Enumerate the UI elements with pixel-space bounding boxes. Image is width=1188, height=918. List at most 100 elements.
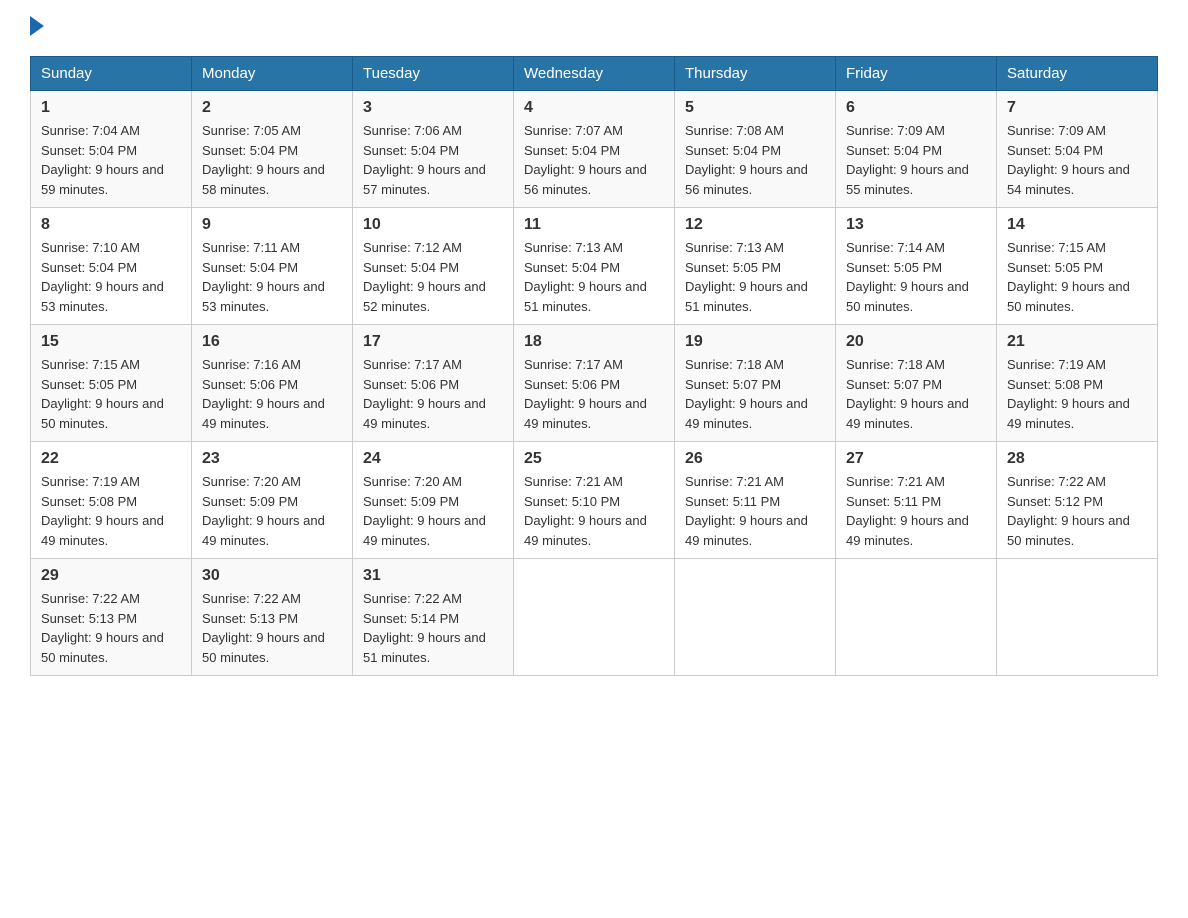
day-number: 25 [524,450,664,468]
calendar-cell: 10Sunrise: 7:12 AMSunset: 5:04 PMDayligh… [353,208,514,325]
calendar-cell: 26 Sunrise: 7:21 AMSunset: 5:11 PMDayligh… [675,442,836,559]
calendar-cell: 12 Sunrise: 7:13 AMSunset: 5:05 PMDayligh… [675,208,836,325]
calendar-week-row: 22 Sunrise: 7:19 AMSunset: 5:08 PMDayligh… [31,442,1158,559]
day-info: Sunrise: 7:22 AMSunset: 5:14 PMDaylight:… [363,591,486,665]
day-info: Sunrise: 7:05 AMSunset: 5:04 PMDaylight:… [202,123,325,197]
day-info: Sunrise: 7:15 AMSunset: 5:05 PMDaylight:… [41,357,164,431]
weekday-header-row: SundayMondayTuesdayWednesdayThursdayFrid… [31,57,1158,91]
day-number: 7 [1007,99,1147,117]
day-number: 3 [363,99,503,117]
day-info: Sunrise: 7:20 AMSunset: 5:09 PMDaylight:… [363,474,486,548]
day-number: 6 [846,99,986,117]
day-info: Sunrise: 7:07 AMSunset: 5:04 PMDaylight:… [524,123,647,197]
day-number: 22 [41,450,181,468]
day-info: Sunrise: 7:22 AMSunset: 5:13 PMDaylight:… [41,591,164,665]
calendar-header: SundayMondayTuesdayWednesdayThursdayFrid… [31,57,1158,91]
calendar-cell: 29 Sunrise: 7:22 AMSunset: 5:13 PMDayligh… [31,559,192,676]
calendar-cell: 24 Sunrise: 7:20 AMSunset: 5:09 PMDayligh… [353,442,514,559]
calendar-week-row: 29 Sunrise: 7:22 AMSunset: 5:13 PMDayligh… [31,559,1158,676]
calendar-cell: 14Sunrise: 7:15 AMSunset: 5:05 PMDayligh… [997,208,1158,325]
calendar-cell: 9Sunrise: 7:11 AMSunset: 5:04 PMDaylight… [192,208,353,325]
day-info: Sunrise: 7:09 AMSunset: 5:04 PMDaylight:… [1007,123,1130,197]
calendar-cell: 19Sunrise: 7:18 AMSunset: 5:07 PMDayligh… [675,325,836,442]
calendar-cell: 30 Sunrise: 7:22 AMSunset: 5:13 PMDayligh… [192,559,353,676]
day-number: 15 [41,333,181,351]
day-number: 5 [685,99,825,117]
calendar-cell: 28 Sunrise: 7:22 AMSunset: 5:12 PMDayligh… [997,442,1158,559]
calendar-cell [997,559,1158,676]
day-number: 11 [524,216,664,234]
day-number: 30 [202,567,342,585]
calendar-body: 1Sunrise: 7:04 AMSunset: 5:04 PMDaylight… [31,91,1158,676]
day-info: Sunrise: 7:04 AMSunset: 5:04 PMDaylight:… [41,123,164,197]
day-info: Sunrise: 7:14 AMSunset: 5:05 PMDaylight:… [846,240,969,314]
calendar-cell: 13 Sunrise: 7:14 AMSunset: 5:05 PMDayligh… [836,208,997,325]
day-info: Sunrise: 7:15 AMSunset: 5:05 PMDaylight:… [1007,240,1130,314]
day-info: Sunrise: 7:18 AMSunset: 5:07 PMDaylight:… [846,357,969,431]
day-info: Sunrise: 7:17 AMSunset: 5:06 PMDaylight:… [524,357,647,431]
day-number: 29 [41,567,181,585]
day-number: 26 [685,450,825,468]
day-info: Sunrise: 7:21 AMSunset: 5:10 PMDaylight:… [524,474,647,548]
day-info: Sunrise: 7:19 AMSunset: 5:08 PMDaylight:… [1007,357,1130,431]
weekday-header-friday: Friday [836,57,997,91]
calendar-table: SundayMondayTuesdayWednesdayThursdayFrid… [30,56,1158,676]
weekday-header-saturday: Saturday [997,57,1158,91]
day-info: Sunrise: 7:22 AMSunset: 5:12 PMDaylight:… [1007,474,1130,548]
page-header [30,20,1158,36]
calendar-cell: 2 Sunrise: 7:05 AMSunset: 5:04 PMDaylight… [192,91,353,208]
day-number: 10 [363,216,503,234]
day-info: Sunrise: 7:20 AMSunset: 5:09 PMDaylight:… [202,474,325,548]
calendar-cell: 27 Sunrise: 7:21 AMSunset: 5:11 PMDayligh… [836,442,997,559]
day-info: Sunrise: 7:17 AMSunset: 5:06 PMDaylight:… [363,357,486,431]
weekday-header-sunday: Sunday [31,57,192,91]
weekday-header-tuesday: Tuesday [353,57,514,91]
day-info: Sunrise: 7:08 AMSunset: 5:04 PMDaylight:… [685,123,808,197]
calendar-cell: 21 Sunrise: 7:19 AMSunset: 5:08 PMDayligh… [997,325,1158,442]
day-info: Sunrise: 7:06 AMSunset: 5:04 PMDaylight:… [363,123,486,197]
day-info: Sunrise: 7:09 AMSunset: 5:04 PMDaylight:… [846,123,969,197]
calendar-cell: 22 Sunrise: 7:19 AMSunset: 5:08 PMDayligh… [31,442,192,559]
day-info: Sunrise: 7:21 AMSunset: 5:11 PMDaylight:… [846,474,969,548]
logo [30,20,44,36]
calendar-cell: 4Sunrise: 7:07 AMSunset: 5:04 PMDaylight… [514,91,675,208]
day-number: 16 [202,333,342,351]
calendar-cell: 25 Sunrise: 7:21 AMSunset: 5:10 PMDayligh… [514,442,675,559]
weekday-header-thursday: Thursday [675,57,836,91]
calendar-cell: 7 Sunrise: 7:09 AMSunset: 5:04 PMDaylight… [997,91,1158,208]
day-info: Sunrise: 7:22 AMSunset: 5:13 PMDaylight:… [202,591,325,665]
calendar-cell: 15 Sunrise: 7:15 AMSunset: 5:05 PMDayligh… [31,325,192,442]
calendar-cell: 3 Sunrise: 7:06 AMSunset: 5:04 PMDaylight… [353,91,514,208]
calendar-cell: 17Sunrise: 7:17 AMSunset: 5:06 PMDayligh… [353,325,514,442]
day-number: 28 [1007,450,1147,468]
calendar-cell: 1Sunrise: 7:04 AMSunset: 5:04 PMDaylight… [31,91,192,208]
calendar-cell: 20Sunrise: 7:18 AMSunset: 5:07 PMDayligh… [836,325,997,442]
calendar-cell: 18 Sunrise: 7:17 AMSunset: 5:06 PMDayligh… [514,325,675,442]
day-number: 23 [202,450,342,468]
calendar-cell [836,559,997,676]
day-number: 24 [363,450,503,468]
calendar-cell [675,559,836,676]
day-number: 2 [202,99,342,117]
day-info: Sunrise: 7:18 AMSunset: 5:07 PMDaylight:… [685,357,808,431]
calendar-week-row: 8Sunrise: 7:10 AMSunset: 5:04 PMDaylight… [31,208,1158,325]
calendar-cell: 11 Sunrise: 7:13 AMSunset: 5:04 PMDayligh… [514,208,675,325]
day-number: 13 [846,216,986,234]
day-number: 9 [202,216,342,234]
day-info: Sunrise: 7:13 AMSunset: 5:04 PMDaylight:… [524,240,647,314]
day-info: Sunrise: 7:19 AMSunset: 5:08 PMDaylight:… [41,474,164,548]
day-info: Sunrise: 7:16 AMSunset: 5:06 PMDaylight:… [202,357,325,431]
day-number: 12 [685,216,825,234]
logo-arrow-icon [30,16,44,36]
calendar-cell [514,559,675,676]
day-info: Sunrise: 7:13 AMSunset: 5:05 PMDaylight:… [685,240,808,314]
calendar-week-row: 1Sunrise: 7:04 AMSunset: 5:04 PMDaylight… [31,91,1158,208]
calendar-cell: 8Sunrise: 7:10 AMSunset: 5:04 PMDaylight… [31,208,192,325]
weekday-header-wednesday: Wednesday [514,57,675,91]
day-number: 27 [846,450,986,468]
day-info: Sunrise: 7:21 AMSunset: 5:11 PMDaylight:… [685,474,808,548]
day-info: Sunrise: 7:10 AMSunset: 5:04 PMDaylight:… [41,240,164,314]
calendar-cell: 16 Sunrise: 7:16 AMSunset: 5:06 PMDayligh… [192,325,353,442]
day-number: 18 [524,333,664,351]
day-number: 21 [1007,333,1147,351]
